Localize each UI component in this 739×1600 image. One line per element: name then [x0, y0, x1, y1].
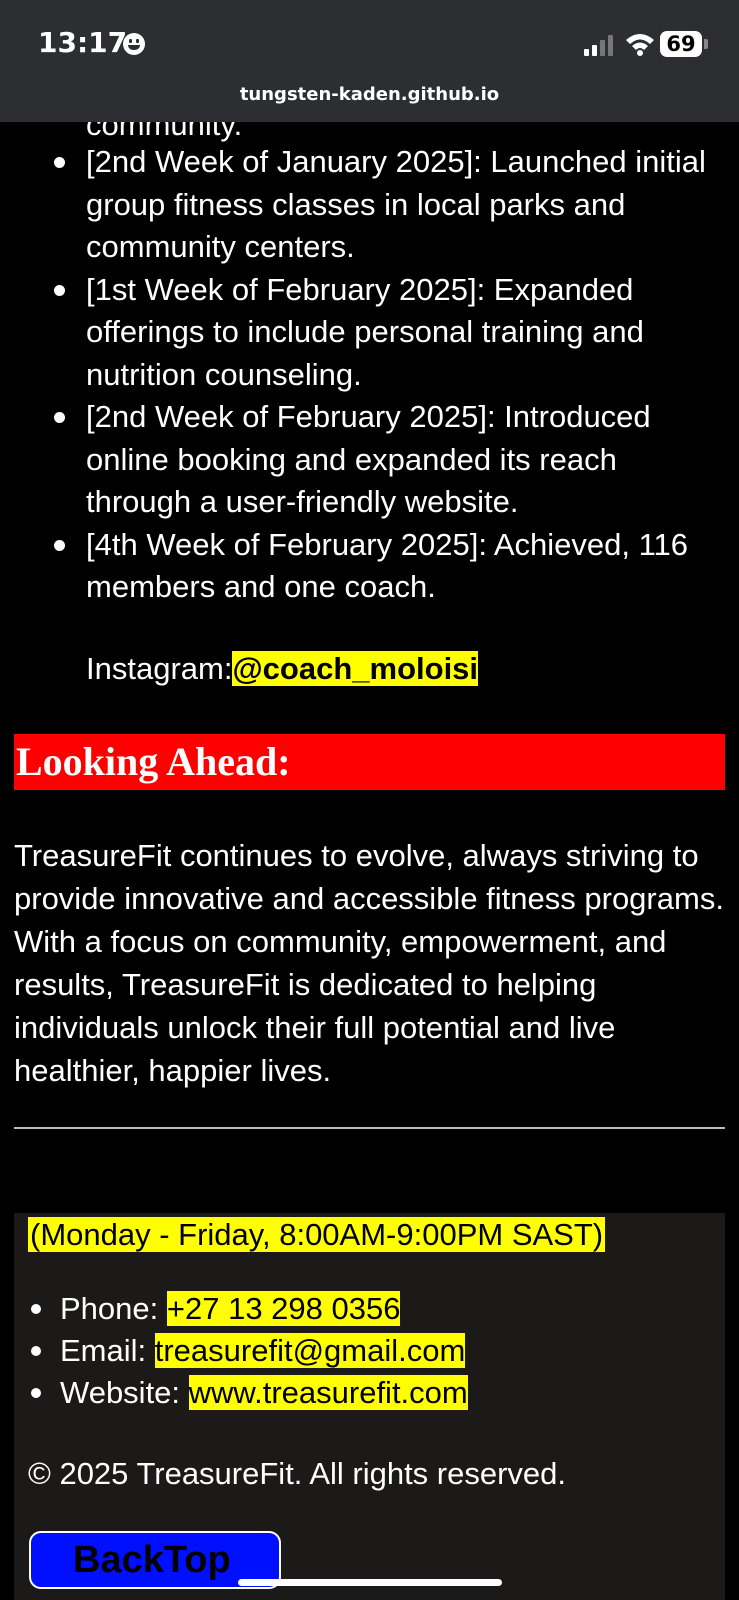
email-label: Email:	[60, 1333, 155, 1368]
home-indicator[interactable]	[238, 1579, 502, 1586]
instagram-line: Instagram:@coach_moloisi	[86, 648, 479, 690]
divider	[14, 1127, 725, 1129]
phone-label: Phone:	[60, 1291, 167, 1326]
battery-tip-icon	[704, 39, 708, 49]
contact-email: Email: treasurefit@gmail.com	[31, 1330, 468, 1372]
copyright: © 2025 TreasureFit. All rights reserved.	[28, 1456, 567, 1491]
email-link[interactable]: treasurefit@gmail.com	[154, 1333, 466, 1368]
cellular-signal-icon	[584, 34, 618, 56]
looking-ahead-heading: Looking Ahead:	[14, 734, 725, 790]
list-item: [2nd Week of February 2025]: Introduced …	[54, 396, 716, 524]
timeline-list: [2nd Week of January 2025]: Launched ini…	[0, 141, 716, 609]
list-item: [2nd Week of January 2025]: Launched ini…	[54, 141, 716, 269]
website-link[interactable]: www.treasurefit.com	[188, 1375, 468, 1410]
status-time: 13:17	[38, 26, 128, 59]
contact-phone: Phone: +27 13 298 0356	[31, 1288, 468, 1330]
address-bar-url[interactable]: tungsten-kaden.github.io	[0, 84, 739, 105]
looking-ahead-paragraph: TreasureFit continues to evolve, always …	[14, 838, 724, 1088]
status-bar: 13:17 69 tungsten-kaden.github.io	[0, 0, 739, 122]
business-hours-text: (Monday - Friday, 8:00AM-9:00PM SAST)	[28, 1217, 606, 1252]
smiley-face-icon	[123, 33, 145, 55]
list-item: [1st Week of February 2025]: Expanded of…	[54, 269, 716, 397]
list-item: [4th Week of February 2025]: Achieved, 1…	[54, 524, 716, 609]
contact-website: Website: www.treasurefit.com	[31, 1372, 468, 1414]
instagram-handle-link[interactable]: @coach_moloisi	[232, 651, 479, 686]
wifi-icon	[624, 32, 656, 56]
website-label: Website:	[60, 1375, 189, 1410]
instagram-label: Instagram:	[86, 651, 233, 686]
business-hours: (Monday - Friday, 8:00AM-9:00PM SAST)	[28, 1213, 606, 1256]
battery-icon: 69	[660, 31, 702, 57]
phone-link[interactable]: +27 13 298 0356	[166, 1291, 401, 1326]
contact-list: Phone: +27 13 298 0356 Email: treasurefi…	[14, 1288, 468, 1414]
footer: (Monday - Friday, 8:00AM-9:00PM SAST) Ph…	[14, 1213, 725, 1600]
